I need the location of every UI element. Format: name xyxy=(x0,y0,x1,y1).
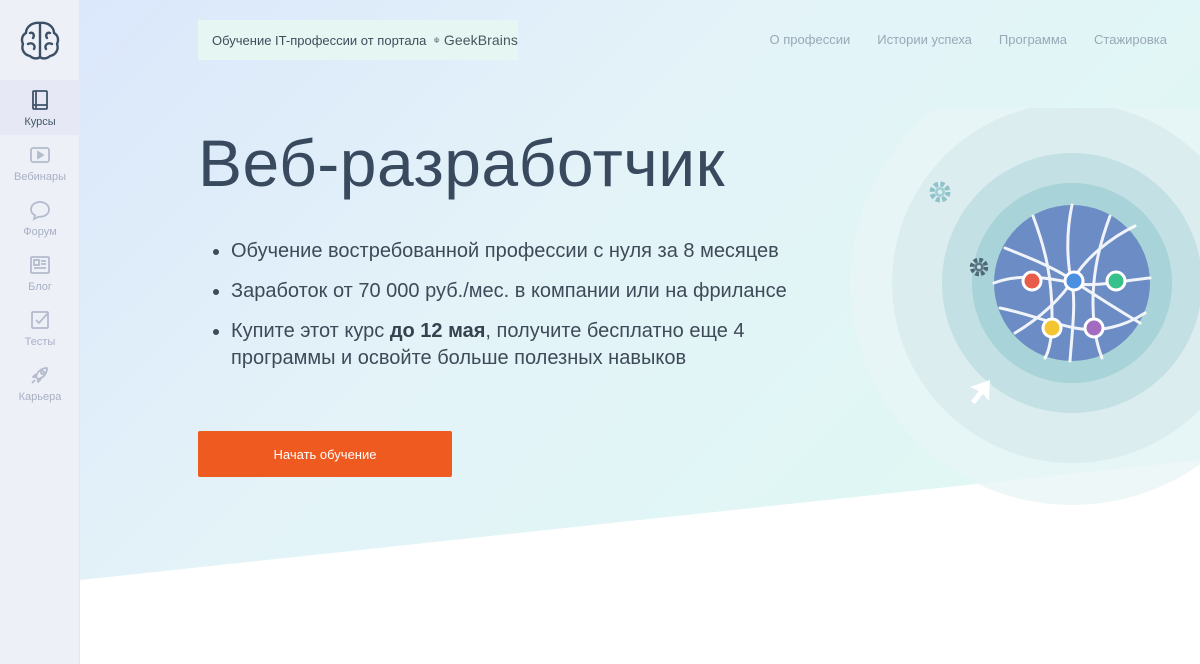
sidebar-item-courses[interactable]: Курсы xyxy=(0,80,80,135)
network-node xyxy=(1105,270,1127,292)
sidebar-item-label: Форум xyxy=(23,226,57,238)
sidebar-item-webinars[interactable]: Вебинары xyxy=(0,135,80,190)
network-node xyxy=(1021,270,1043,292)
feature-deadline: до 12 мая xyxy=(389,320,486,342)
sidebar-item-label: Тесты xyxy=(24,336,56,348)
rocket-icon xyxy=(31,367,48,384)
newspaper-icon xyxy=(30,256,50,274)
brain-logo-icon[interactable] xyxy=(18,18,62,62)
feature-list: Обучение востребованной профессии с нуля… xyxy=(213,238,833,385)
video-icon xyxy=(30,147,50,163)
nav-link-success-stories[interactable]: Истории успеха xyxy=(877,32,972,47)
network-node xyxy=(1063,270,1085,292)
geekbrains-logo-icon xyxy=(434,37,440,43)
sidebar-item-blog[interactable]: Блог xyxy=(0,245,80,300)
sidebar: Курсы Вебинары Форум Блог Тесты Карьера xyxy=(0,0,80,664)
network-node xyxy=(1083,317,1105,339)
checkbox-icon xyxy=(31,311,49,329)
chat-icon xyxy=(30,201,50,221)
sidebar-item-label: Вебинары xyxy=(14,171,66,183)
feature-item: Купите этот курс до 12 мая, получите бес… xyxy=(213,318,833,372)
globe-illustration xyxy=(850,108,1200,505)
top-nav: О профессии Истории успеха Программа Ста… xyxy=(770,32,1167,47)
sidebar-item-label: Карьера xyxy=(18,391,62,403)
feature-text: Купите этот курс xyxy=(231,320,390,342)
sidebar-item-label: Блог xyxy=(28,281,52,293)
sidebar-item-forum[interactable]: Форум xyxy=(0,190,80,245)
sidebar-item-tests[interactable]: Тесты xyxy=(0,300,80,355)
network-node xyxy=(1041,317,1063,339)
nav-link-about[interactable]: О профессии xyxy=(770,32,851,47)
portal-text: Обучение IT-профессии от портала xyxy=(212,32,427,48)
feature-item: Заработок от 70 000 руб./мес. в компании… xyxy=(213,278,833,305)
feature-item: Обучение востребованной профессии с нуля… xyxy=(213,238,833,265)
sidebar-item-label: Курсы xyxy=(24,116,56,128)
page-title: Веб-разработчик xyxy=(198,126,726,200)
book-icon xyxy=(32,90,48,110)
nav-link-program[interactable]: Программа xyxy=(999,32,1067,47)
start-learning-button[interactable]: Начать обучение xyxy=(198,431,452,477)
sidebar-item-career[interactable]: Карьера xyxy=(0,355,80,410)
nav-link-internship[interactable]: Стажировка xyxy=(1094,32,1167,47)
brand-name: GeekBrains xyxy=(443,32,518,48)
portal-badge: Обучение IT-профессии от портала GeekBra… xyxy=(198,20,518,60)
